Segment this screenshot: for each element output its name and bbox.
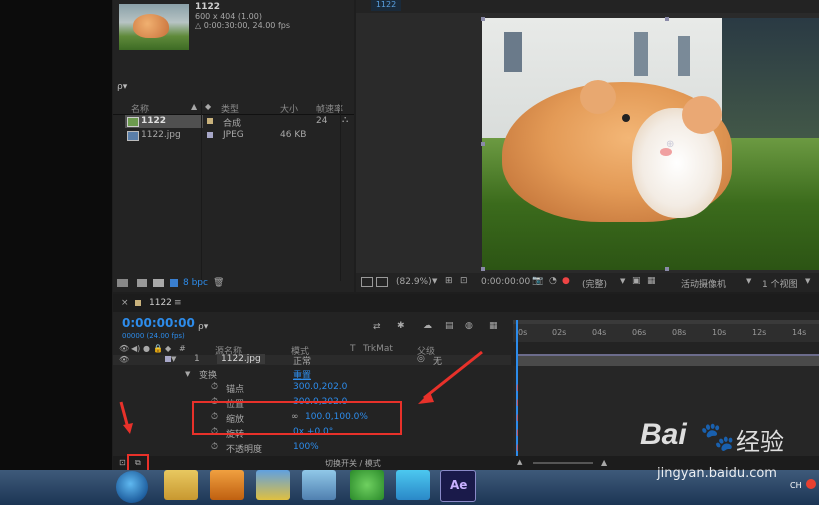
- input-method-indicator[interactable]: CH: [790, 481, 802, 490]
- ae-icon: Ae: [450, 478, 468, 492]
- browser-icon[interactable]: [350, 470, 384, 500]
- watermark-cn: 经验: [736, 428, 784, 456]
- start-button[interactable]: [116, 471, 148, 503]
- after-effects-taskbar-button[interactable]: Ae: [440, 470, 476, 502]
- watermark-url: jingyan.baidu.com: [657, 466, 777, 481]
- video-player-icon[interactable]: [396, 470, 430, 500]
- tray-icon[interactable]: [806, 479, 816, 489]
- media-player-icon[interactable]: [210, 470, 244, 500]
- paw-icon: 🐾: [700, 420, 735, 453]
- watermark-brand: Bai: [640, 418, 687, 451]
- notepad-icon[interactable]: [302, 470, 336, 500]
- explorer-icon[interactable]: [164, 470, 198, 500]
- paint-icon[interactable]: [256, 470, 290, 500]
- baidu-watermark: Bai 🐾 经验: [640, 418, 810, 468]
